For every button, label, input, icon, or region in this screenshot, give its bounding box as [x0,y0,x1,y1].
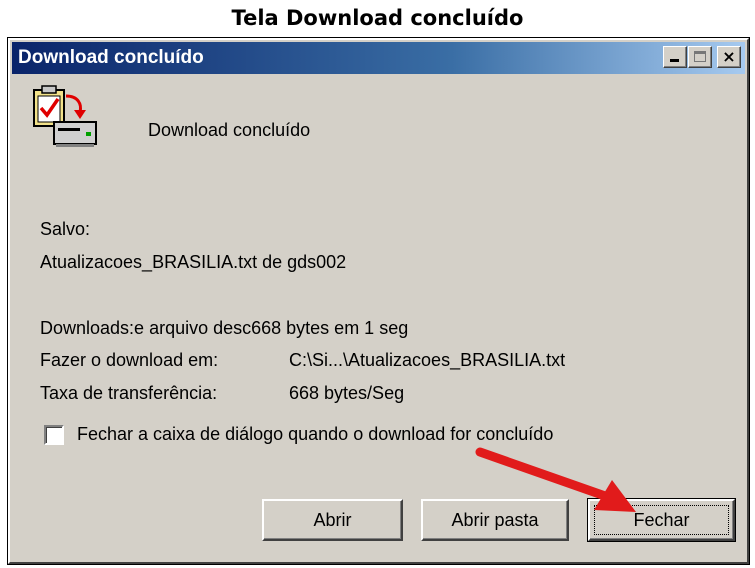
downloads-info: Downloads:e arquivo desc668 bytes em 1 s… [40,318,409,338]
download-complete-icon [28,84,100,156]
transfer-rate-value: 668 bytes/Seg [289,383,405,403]
maximize-icon [694,51,706,62]
saved-label: Salvo: [40,219,91,239]
open-button-label: Abrir [313,509,352,530]
title-bar[interactable]: Download concluído × [12,42,745,74]
window-title: Download concluído [18,47,204,68]
download-to-value: C:\Si...\Atualizacoes_BRASILIA.txt [289,350,566,370]
close-button-label: Fechar [633,509,690,530]
minimize-button[interactable] [663,46,687,68]
open-folder-button-label: Abrir pasta [451,509,539,530]
maximize-button[interactable] [688,46,712,68]
saved-file-line: Atualizacoes_BRASILIA.txt de gds002 [40,252,347,272]
minimize-icon [670,59,679,62]
transfer-rate-label: Taxa de transferência: [40,383,218,403]
close-when-done-checkbox[interactable] [44,425,64,445]
download-complete-dialog: Download concluído × [7,37,750,565]
close-window-button[interactable]: × [717,46,741,68]
open-folder-button[interactable]: Abrir pasta [421,499,569,541]
status-text: Download concluído [148,120,311,140]
download-to-label: Fazer o download em: [40,350,219,370]
close-when-done-label[interactable]: Fechar a caixa de diálogo quando o downl… [77,424,553,445]
open-button[interactable]: Abrir [262,499,403,541]
close-button[interactable]: Fechar [587,498,736,542]
page-heading: Tela Download concluído [231,6,524,30]
close-icon: × [722,47,736,66]
